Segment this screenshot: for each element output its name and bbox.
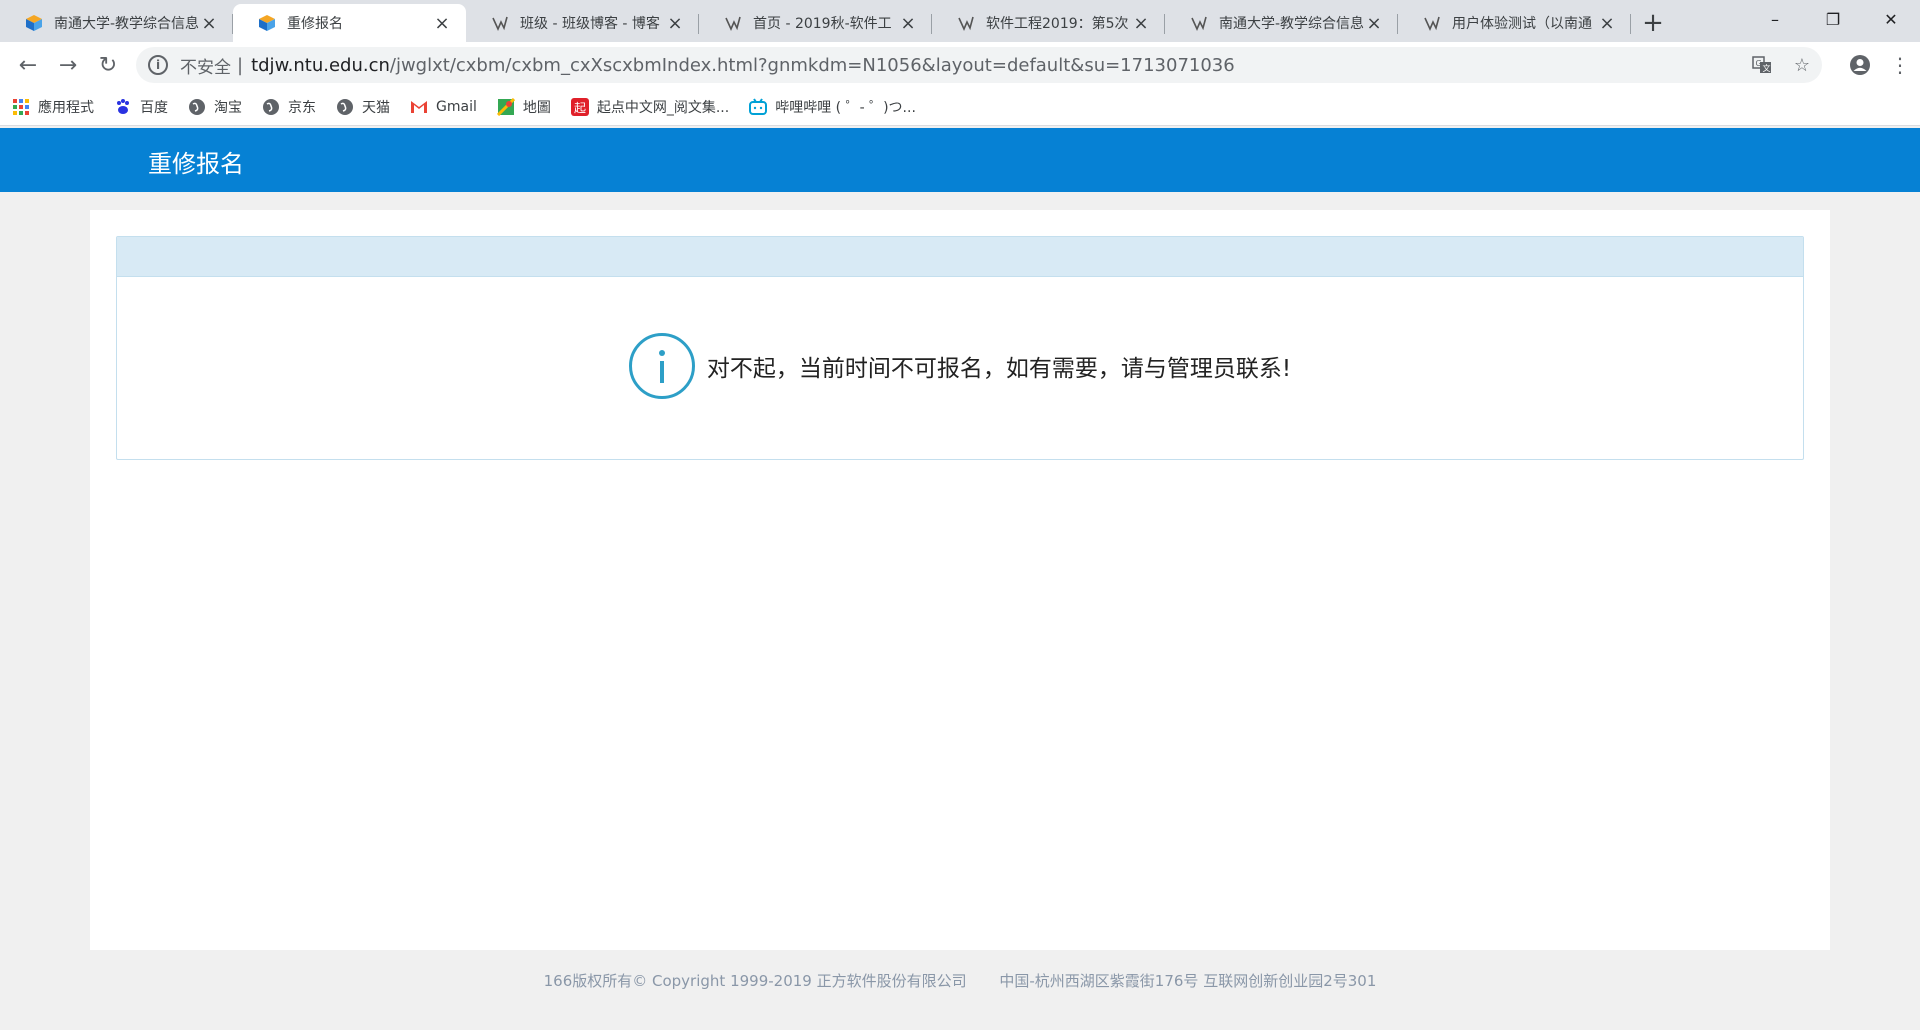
new-tab-button[interactable]: + xyxy=(1631,4,1675,42)
tab-cxbm[interactable]: 重修报名 × xyxy=(233,4,466,42)
reload-button[interactable]: ↻ xyxy=(88,45,128,85)
cnblogs-icon xyxy=(723,13,743,33)
menu-icon[interactable]: ⋮ xyxy=(1880,45,1920,85)
cnblogs-icon xyxy=(490,13,510,33)
restore-button[interactable]: ❐ xyxy=(1804,0,1862,38)
globe-icon xyxy=(188,98,206,116)
security-label: 不安全 xyxy=(180,57,231,78)
bilibili-tv-icon xyxy=(749,97,768,116)
bookmark-gmail[interactable]: Gmail xyxy=(410,98,477,116)
tab-title: 用户体验测试（以南通 xyxy=(1452,16,1592,32)
notice-box-header xyxy=(117,237,1803,277)
omnibox-actions: G文 ☆ xyxy=(1742,47,1822,83)
bookmark-tmall[interactable]: 天猫 xyxy=(336,97,390,117)
globe-icon xyxy=(336,98,354,116)
svg-text:文: 文 xyxy=(1763,63,1771,73)
bookmark-label: 地圖 xyxy=(522,99,551,116)
address-separator: | xyxy=(237,54,244,76)
bookmark-apps[interactable]: 應用程式 xyxy=(12,97,94,117)
bookmark-label: Gmail xyxy=(436,98,477,115)
bookmark-label: 百度 xyxy=(140,99,168,116)
main-panel: 对不起，当前时间不可报名，如有需要，请与管理员联系! xyxy=(90,210,1830,950)
bookmark-label: 淘宝 xyxy=(214,99,242,116)
tab-title: 班级 - 班级博客 - 博客 xyxy=(520,16,660,32)
close-icon[interactable]: × xyxy=(1364,13,1384,34)
forward-button[interactable]: → xyxy=(48,45,88,85)
close-icon[interactable]: × xyxy=(432,13,452,34)
info-icon xyxy=(628,333,695,399)
url-path: /jwglxt/cxbm/cxbm_cxXscxbmIndex.html?gnm… xyxy=(389,54,1235,76)
tab-title: 软件工程2019：第5次 xyxy=(986,16,1129,32)
apps-grid-icon xyxy=(12,98,30,116)
url-host: tdjw.ntu.edu.cn xyxy=(251,54,390,76)
star-icon[interactable]: ☆ xyxy=(1782,55,1822,76)
close-icon[interactable]: × xyxy=(199,13,219,34)
page-header: 重修报名 xyxy=(0,128,1920,192)
tab-jwxt-1[interactable]: 南通大学-教学综合信息 × xyxy=(0,4,233,42)
footer: 166版权所有© Copyright 1999-2019 正方软件股份有限公司 … xyxy=(0,970,1920,991)
globe-icon xyxy=(262,98,280,116)
bookmark-label: 應用程式 xyxy=(38,99,94,116)
close-icon[interactable]: × xyxy=(665,13,685,34)
tab-class-blog[interactable]: 班级 - 班级博客 - 博客 × xyxy=(466,4,699,42)
tab-title: 首页 - 2019秋-软件工 xyxy=(753,16,892,32)
svg-text:G: G xyxy=(1756,59,1762,68)
bookmark-label: 京东 xyxy=(288,99,316,116)
notice-message: 对不起，当前时间不可报名，如有需要，请与管理员联系! xyxy=(706,356,1292,382)
tab-se2019[interactable]: 软件工程2019：第5次 × xyxy=(932,4,1165,42)
bookmark-qidian[interactable]: 起 起点中文网_阅文集... xyxy=(570,97,730,117)
address-bar[interactable]: i 不安全 | tdjw.ntu.edu.cn/jwglxt/cxbm/cxbm… xyxy=(136,47,1822,83)
bookmark-baidu[interactable]: 百度 xyxy=(114,97,168,117)
footer-address: 中国-杭州西湖区紫霞街176号 互联网创新创业园2号301 xyxy=(999,972,1377,990)
cnblogs-icon xyxy=(956,13,976,33)
cnblogs-icon xyxy=(1189,13,1209,33)
bookmarks-bar: 應用程式 百度 淘宝 京东 天猫 Gmail 地圖 起 起点中文网_阅文集...… xyxy=(0,88,1920,126)
tab-ux-test[interactable]: 用户体验测试（以南通 × xyxy=(1398,4,1631,42)
baidu-paw-icon xyxy=(114,98,132,116)
account-icon[interactable] xyxy=(1840,45,1880,85)
notice-row: 对不起，当前时间不可报名，如有需要，请与管理员联系! xyxy=(117,333,1803,399)
bookmark-label: 哔哩哔哩 ( ゜- ゜)つ... xyxy=(775,99,916,116)
gmail-icon xyxy=(410,98,428,116)
tab-jwxt-2[interactable]: 南通大学-教学综合信息 × xyxy=(1165,4,1398,42)
bookmark-bilibili[interactable]: 哔哩哔哩 ( ゜- ゜)つ... xyxy=(749,97,916,117)
bookmark-jd[interactable]: 京东 xyxy=(262,97,316,117)
tab-divider xyxy=(1630,14,1631,34)
tab-strip: 南通大学-教学综合信息 × 重修报名 × 班级 - 班级博客 - 博客 × 首页… xyxy=(0,0,1920,42)
toolbar-right: ⋮ xyxy=(1840,45,1920,85)
bookmark-label: 起点中文网_阅文集... xyxy=(596,99,730,116)
browser-toolbar: ← → ↻ i 不安全 | tdjw.ntu.edu.cn/jwglxt/cxb… xyxy=(0,42,1920,88)
tab-homepage[interactable]: 首页 - 2019秋-软件工 × xyxy=(699,4,932,42)
tab-title: 南通大学-教学综合信息 xyxy=(54,16,199,32)
notice-box: 对不起，当前时间不可报名，如有需要，请与管理员联系! xyxy=(116,236,1804,460)
maps-pin-icon xyxy=(496,97,515,116)
footer-copyright: 166版权所有© Copyright 1999-2019 正方软件股份有限公司 xyxy=(543,972,967,990)
bookmark-taobao[interactable]: 淘宝 xyxy=(188,97,242,117)
cnblogs-icon xyxy=(1422,13,1442,33)
translate-icon[interactable]: G文 xyxy=(1742,55,1782,75)
svg-text:起: 起 xyxy=(574,101,586,115)
close-icon[interactable]: × xyxy=(1597,13,1617,34)
tab-title: 重修报名 xyxy=(287,16,343,32)
window-controls: – ❐ ✕ xyxy=(1746,0,1920,38)
minimize-button[interactable]: – xyxy=(1746,0,1804,38)
info-icon[interactable]: i xyxy=(148,55,168,75)
page-title: 重修报名 xyxy=(148,150,244,178)
back-button[interactable]: ← xyxy=(8,45,48,85)
cube-icon xyxy=(257,13,277,33)
close-window-button[interactable]: ✕ xyxy=(1862,0,1920,38)
qidian-icon: 起 xyxy=(570,97,589,116)
tab-title: 南通大学-教学综合信息 xyxy=(1219,16,1364,32)
bookmark-maps[interactable]: 地圖 xyxy=(496,97,551,117)
cube-icon xyxy=(24,13,44,33)
close-icon[interactable]: × xyxy=(898,13,918,34)
close-icon[interactable]: × xyxy=(1131,13,1151,34)
bookmark-label: 天猫 xyxy=(362,99,390,116)
